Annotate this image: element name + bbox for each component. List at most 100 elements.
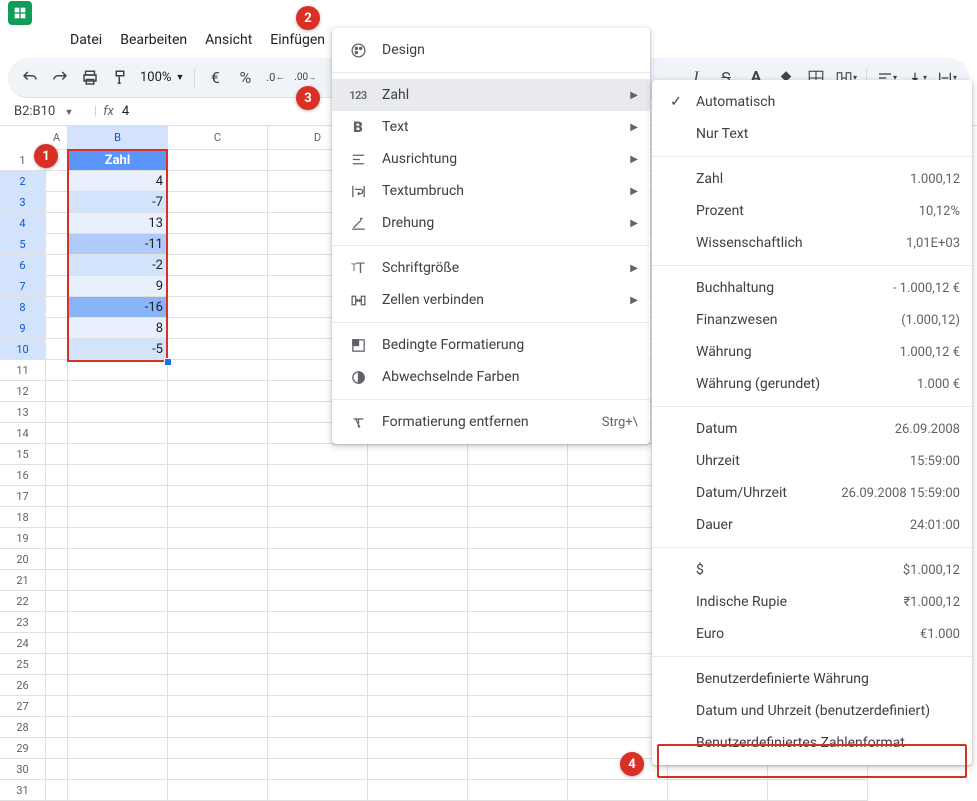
cell[interactable] [268, 465, 368, 486]
decrease-decimal-button[interactable]: .0← [261, 64, 289, 92]
number-menu-item[interactable]: Benutzerdefiniertes Zahlenformat [652, 727, 972, 759]
cell[interactable] [168, 780, 268, 801]
cell[interactable] [268, 507, 368, 528]
cell[interactable] [268, 717, 368, 738]
format-menu-item[interactable]: 123Zahl▶ [332, 79, 650, 111]
number-menu-item[interactable]: Nur Text [652, 118, 972, 150]
cell[interactable] [168, 276, 268, 297]
cell[interactable] [46, 780, 68, 801]
cell[interactable] [68, 675, 168, 696]
cell[interactable] [46, 738, 68, 759]
cell[interactable] [168, 234, 268, 255]
cell[interactable] [168, 444, 268, 465]
row-header[interactable]: 27 [0, 696, 46, 717]
cell[interactable] [68, 402, 168, 423]
cell[interactable] [68, 507, 168, 528]
number-menu-item[interactable]: Prozent10,12% [652, 195, 972, 227]
cell[interactable] [268, 738, 368, 759]
menu-bearbeiten[interactable]: Bearbeiten [112, 28, 195, 52]
currency-button[interactable]: € [201, 64, 229, 92]
format-menu-item[interactable]: Drehung▶ [332, 207, 650, 239]
cell[interactable] [368, 696, 468, 717]
number-menu-item[interactable]: Währung1.000,12 € [652, 336, 972, 368]
cell[interactable] [368, 507, 468, 528]
cell[interactable] [68, 759, 168, 780]
number-menu-item[interactable]: $$1.000,12 [652, 554, 972, 586]
cell[interactable] [268, 570, 368, 591]
cell[interactable] [368, 591, 468, 612]
cell[interactable] [168, 570, 268, 591]
cell[interactable] [68, 591, 168, 612]
cell[interactable]: 4 [68, 171, 168, 192]
cell[interactable] [68, 570, 168, 591]
row-header[interactable]: 24 [0, 633, 46, 654]
cell[interactable] [468, 738, 568, 759]
row-header[interactable]: 9 [0, 318, 46, 339]
cell[interactable] [68, 780, 168, 801]
cell[interactable] [168, 402, 268, 423]
cell[interactable] [268, 444, 368, 465]
cell[interactable] [168, 549, 268, 570]
cell[interactable] [68, 654, 168, 675]
cell[interactable] [468, 717, 568, 738]
cell[interactable] [68, 423, 168, 444]
cell[interactable] [468, 528, 568, 549]
row-header[interactable]: 19 [0, 528, 46, 549]
cell[interactable] [68, 381, 168, 402]
format-menu-item[interactable]: Formatierung entfernenStrg+\ [332, 406, 650, 438]
cell[interactable] [46, 276, 68, 297]
cell[interactable] [268, 486, 368, 507]
cell[interactable] [68, 612, 168, 633]
cell[interactable] [468, 570, 568, 591]
cell[interactable] [368, 780, 468, 801]
cell[interactable] [468, 612, 568, 633]
cell[interactable] [68, 444, 168, 465]
formula-input[interactable]: 4 [122, 104, 129, 119]
row-header[interactable]: 10 [0, 339, 46, 360]
row-header[interactable]: 14 [0, 423, 46, 444]
cell[interactable] [46, 570, 68, 591]
cell[interactable] [168, 696, 268, 717]
cell[interactable]: -5 [68, 339, 168, 360]
name-box[interactable]: B2:B10 ▼ [8, 102, 88, 121]
cell[interactable] [68, 465, 168, 486]
row-header[interactable]: 7 [0, 276, 46, 297]
cell[interactable] [368, 444, 468, 465]
cell[interactable] [468, 465, 568, 486]
cell[interactable] [368, 675, 468, 696]
cell[interactable] [168, 423, 268, 444]
cell[interactable]: Zahl [68, 150, 168, 171]
number-menu-item[interactable]: Zahl1.000,12 [652, 163, 972, 195]
cell[interactable] [268, 528, 368, 549]
format-menu-item[interactable]: Zellen verbinden▶ [332, 284, 650, 316]
row-header[interactable]: 17 [0, 486, 46, 507]
undo-button[interactable] [16, 64, 44, 92]
cell[interactable] [46, 591, 68, 612]
cell[interactable] [268, 654, 368, 675]
row-header[interactable]: 12 [0, 381, 46, 402]
cell[interactable] [168, 339, 268, 360]
cell[interactable] [168, 297, 268, 318]
cell[interactable]: -2 [68, 255, 168, 276]
cell[interactable] [268, 780, 368, 801]
cell[interactable] [168, 192, 268, 213]
cell[interactable] [168, 507, 268, 528]
sheets-logo[interactable] [8, 1, 32, 25]
format-menu-item[interactable]: Ausrichtung▶ [332, 143, 650, 175]
cell[interactable] [468, 675, 568, 696]
row-header[interactable]: 16 [0, 465, 46, 486]
percent-button[interactable]: % [231, 64, 259, 92]
number-menu-item[interactable]: Datum26.09.2008 [652, 413, 972, 445]
menu-datei[interactable]: Datei [62, 28, 110, 52]
cell[interactable] [268, 759, 368, 780]
cell[interactable] [46, 612, 68, 633]
format-menu-item[interactable]: Design [332, 34, 650, 66]
cell[interactable]: 13 [68, 213, 168, 234]
cell[interactable] [46, 192, 68, 213]
row-header[interactable]: 18 [0, 507, 46, 528]
number-menu-item[interactable]: Dauer24:01:00 [652, 509, 972, 541]
cell[interactable] [268, 633, 368, 654]
row-header[interactable]: 2 [0, 171, 46, 192]
cell[interactable]: 8 [68, 318, 168, 339]
col-header-C[interactable]: C [168, 126, 268, 150]
